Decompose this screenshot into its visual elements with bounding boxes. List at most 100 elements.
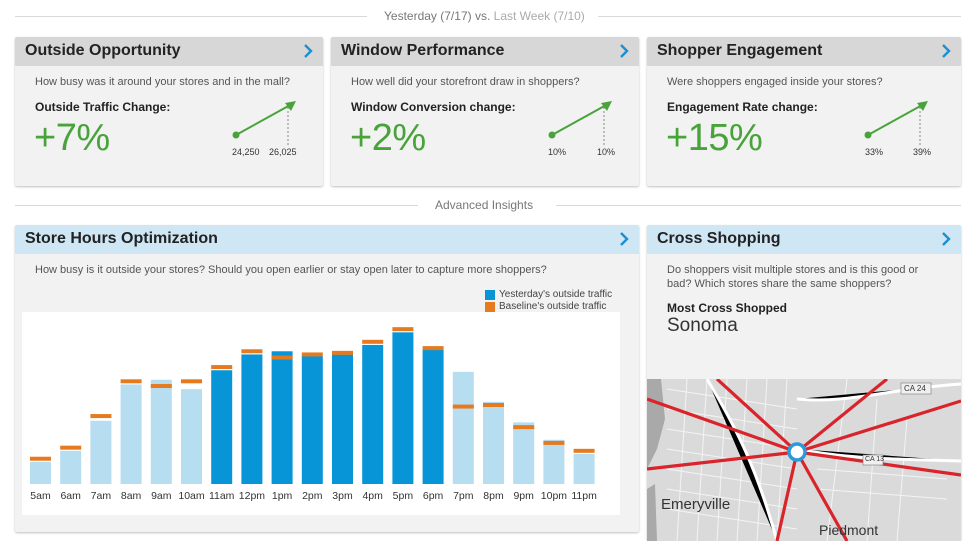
yesterday-traffic-bar[interactable] (181, 389, 202, 484)
sparkline-end-value: 10% (597, 147, 616, 157)
yesterday-traffic-bar[interactable] (332, 354, 353, 484)
yesterday-traffic-bar[interactable] (150, 379, 172, 484)
x-tick-label: 8am (121, 490, 142, 502)
card-title: Outside Opportunity (25, 42, 181, 59)
chevron-right-icon[interactable] (617, 43, 631, 59)
chevron-right-icon[interactable] (939, 231, 953, 247)
chevron-right-icon[interactable] (301, 43, 315, 59)
baseline-traffic-marker (241, 349, 263, 354)
yesterday-traffic-bar[interactable] (513, 422, 535, 484)
baseline-traffic-marker (392, 327, 414, 332)
baseline-traffic-marker (332, 350, 353, 355)
yesterday-traffic-bar[interactable] (211, 370, 233, 484)
x-tick-label: 6am (60, 490, 81, 502)
cross-shopping-map[interactable]: CA 24 CA 13 Emeryville Piedmont (647, 379, 961, 541)
current-period: Yesterday (7/17) (384, 9, 472, 23)
x-tick-label: 6pm (423, 490, 444, 502)
yesterday-traffic-bar[interactable] (271, 351, 293, 484)
road-label: CA 24 (904, 384, 926, 393)
card-header[interactable]: Shopper Engagement (647, 37, 961, 66)
baseline-traffic-marker (573, 448, 595, 453)
card-header[interactable]: Cross Shopping (647, 225, 961, 254)
baseline-traffic-marker (452, 404, 474, 409)
card-question: How well did your storefront draw in sho… (351, 76, 580, 88)
x-tick-label: 9pm (513, 490, 534, 502)
baseline-traffic-marker (60, 445, 82, 450)
advanced-insights-divider: Advanced Insights (15, 196, 961, 216)
baseline-traffic-marker (301, 352, 323, 357)
yesterday-traffic-bar[interactable] (301, 356, 323, 484)
outside-opportunity-card[interactable]: Outside Opportunity How busy was it arou… (15, 37, 323, 186)
legend-item-yesterday: Yesterday's outside traffic (485, 289, 612, 301)
baseline-traffic-marker (181, 379, 202, 384)
store-location-pin-icon (787, 442, 807, 462)
x-tick-label: 1pm (272, 490, 293, 502)
card-title: Store Hours Optimization (25, 230, 218, 247)
x-tick-label: 8pm (483, 490, 504, 502)
advanced-insights-label: Advanced Insights (435, 198, 534, 212)
x-tick-label: 3pm (332, 490, 353, 502)
baseline-traffic-marker (362, 339, 384, 344)
card-header[interactable]: Window Performance (331, 37, 639, 66)
cross-shopped-label: Most Cross Shopped (667, 301, 788, 315)
x-tick-label: 4pm (362, 490, 383, 502)
card-question: How busy is it outside your stores? Shou… (35, 264, 547, 276)
map-graphic (647, 379, 961, 541)
card-question: Do shoppers visit multiple stores and is… (667, 264, 919, 290)
x-tick-label: 11pm (571, 490, 597, 502)
sparkline-end-value: 26,025 (269, 147, 297, 157)
metric-label: Engagement Rate change: (667, 100, 818, 114)
sparkline-end-value: 39% (913, 147, 932, 157)
card-title: Window Performance (341, 42, 505, 59)
yesterday-traffic-bar[interactable] (392, 332, 414, 484)
shopper-engagement-card[interactable]: Shopper Engagement Were shoppers engaged… (647, 37, 961, 186)
card-header[interactable]: Store Hours Optimization (15, 225, 639, 254)
yesterday-traffic-bar[interactable] (543, 439, 565, 484)
window-performance-card[interactable]: Window Performance How well did your sto… (331, 37, 639, 186)
yesterday-traffic-bar[interactable] (452, 371, 474, 484)
sparkline-start-value: 24,250 (232, 147, 260, 157)
yesterday-traffic-bar[interactable] (573, 453, 595, 484)
yesterday-traffic-bar[interactable] (362, 344, 384, 484)
period-comparison: Yesterday (7/17) vs. Last Week (7/10) (15, 7, 961, 27)
baseline-traffic-marker (513, 425, 535, 430)
x-tick-label: 7pm (453, 490, 474, 502)
baseline-traffic-marker (211, 365, 233, 370)
x-tick-label: 12pm (239, 490, 266, 502)
yesterday-traffic-bar[interactable] (120, 384, 142, 484)
sparkline-start-value: 10% (548, 147, 567, 157)
yesterday-traffic-bar[interactable] (422, 349, 444, 484)
yesterday-traffic-bar[interactable] (241, 354, 263, 484)
baseline-traffic-marker (30, 456, 51, 461)
trend-up-arrow-icon (232, 101, 296, 145)
x-tick-label: 11am (209, 490, 235, 502)
period-comparison-label[interactable]: Yesterday (7/17) vs. Last Week (7/10) (384, 9, 585, 23)
baseline-traffic-marker (422, 346, 444, 351)
hourly-traffic-chart: 5am 6am 7am 8am 9am 10am 11am 12pm 1pm 2pm 3pm 4pm 5… (30, 327, 597, 502)
x-tick-label: 5pm (393, 490, 414, 502)
baseline-traffic-marker (120, 379, 142, 384)
yesterday-traffic-bar[interactable] (90, 420, 112, 484)
baseline-traffic-marker (271, 355, 293, 360)
card-header[interactable]: Outside Opportunity (15, 37, 323, 66)
chevron-right-icon[interactable] (617, 231, 631, 247)
legend-label: Baseline's outside traffic (499, 301, 607, 312)
metric-label: Outside Traffic Change: (35, 100, 171, 114)
card-title: Shopper Engagement (657, 42, 823, 59)
yesterday-traffic-bar[interactable] (60, 450, 82, 484)
x-tick-label: 9am (151, 490, 172, 502)
road-label: CA 13 (865, 456, 885, 463)
yesterday-traffic-bar[interactable] (30, 461, 51, 484)
card-question: Were shoppers engaged inside your stores… (667, 76, 883, 88)
metric-value: +2% (350, 117, 426, 159)
baseline-traffic-marker (150, 384, 172, 389)
baseline-traffic-marker (90, 414, 112, 419)
chevron-right-icon[interactable] (939, 43, 953, 59)
yesterday-traffic-bar[interactable] (483, 401, 504, 484)
metric-label: Window Conversion change: (351, 100, 516, 114)
sparkline-start-value: 33% (865, 147, 884, 157)
chart-legend: Yesterday's outside traffic Baseline's o… (485, 289, 612, 313)
x-tick-label: 10pm (541, 490, 568, 502)
previous-period: Last Week (7/10) (493, 9, 585, 23)
place-label: Emeryville (661, 496, 731, 513)
